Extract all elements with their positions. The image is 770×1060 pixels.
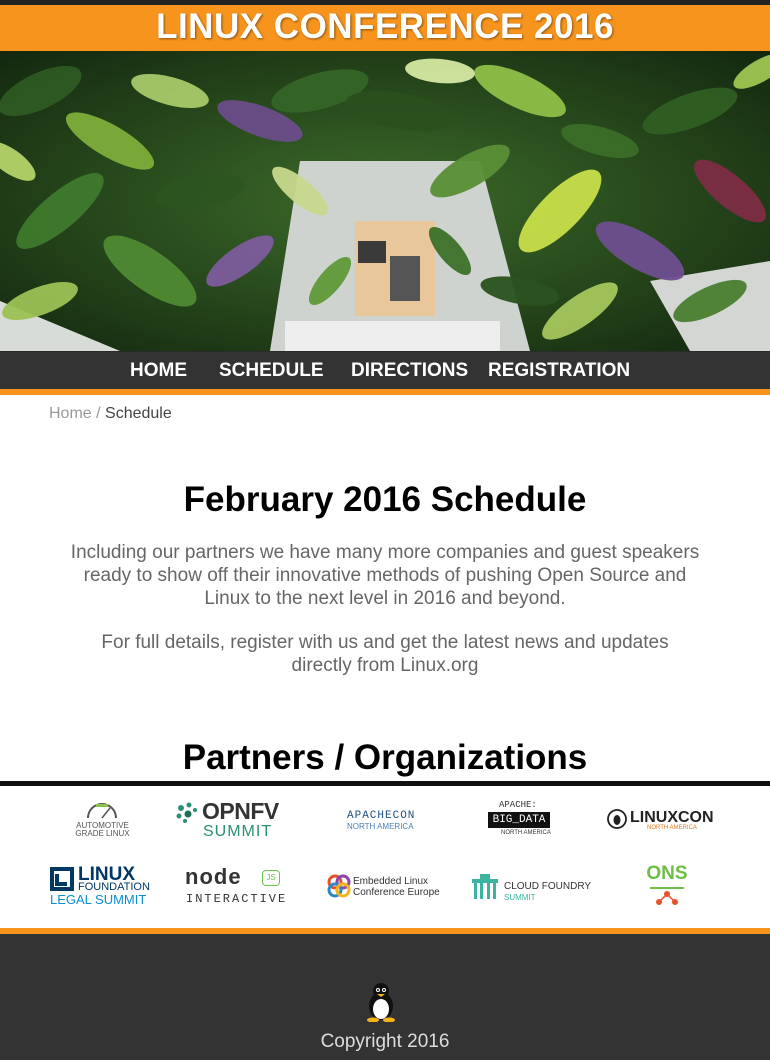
nav-directions[interactable]: DIRECTIONS <box>351 352 468 390</box>
logo-lf-legal-summit[interactable]: LINUX FOUNDATION LEGAL SUMMIT <box>49 865 157 907</box>
opnfv-line1: OPNFV <box>202 798 279 824</box>
logo-ons[interactable]: ONS <box>642 864 692 908</box>
speedometer-icon <box>87 803 117 819</box>
logo-apache-big-data[interactable]: APACHE: BIG_DATA NORTH AMERICA <box>485 800 557 838</box>
nav-registration[interactable]: REGISTRATION <box>488 352 630 390</box>
ons-line1: ONS <box>646 863 688 884</box>
breadcrumb-current: Schedule <box>105 405 172 422</box>
apachecon-line2: NORTH AMERICA <box>347 822 414 831</box>
agl-line2: GRADE LINUX <box>75 829 130 838</box>
bigdata-line2: BIG_DATA <box>488 812 550 828</box>
main-nav: HOME SCHEDULE DIRECTIONS REGISTRATION <box>0 351 770 389</box>
elce-line1: Embedded Linux <box>353 876 429 887</box>
logo-linuxcon[interactable]: LINUXCON NORTH AMERICA <box>607 808 727 834</box>
opnfv-burst-icon <box>176 802 197 823</box>
logo-apachecon[interactable]: APACHECON NORTH AMERICA <box>347 810 427 834</box>
bigdata-line3: NORTH AMERICA <box>501 830 551 836</box>
logo-opnfv-summit[interactable]: OPNFV SUMMIT <box>175 800 290 842</box>
opnfv-line2: SUMMIT <box>203 823 273 840</box>
nav-schedule[interactable]: SCHEDULE <box>219 352 324 390</box>
breadcrumb: Home / Schedule <box>49 405 172 423</box>
nav-home[interactable]: HOME <box>130 352 187 390</box>
elce-line2: Conference Europe <box>353 887 440 898</box>
logo-cloud-foundry-summit[interactable]: CLOUD FOUNDRY SUMMIT <box>470 871 591 903</box>
intro-paragraph: Including our partners we have many more… <box>70 542 700 609</box>
node-js-badge: JS <box>262 870 280 886</box>
copyright-text: Copyright 2016 <box>320 1031 450 1052</box>
linux-foundation-icon <box>50 867 74 891</box>
logo-node-interactive[interactable]: node JS INTERACTIVE <box>185 866 285 908</box>
node-line1: node <box>185 864 242 889</box>
tux-penguin-icon <box>367 983 395 1022</box>
nav-accent-rule <box>0 389 770 395</box>
site-title: LINUX CONFERENCE 2016 <box>156 7 614 46</box>
breadcrumb-separator: / <box>91 405 106 422</box>
brandenburg-gate-icon <box>472 874 498 899</box>
ons-network-icon <box>650 887 684 905</box>
linuxcon-penguin-icon <box>607 809 627 829</box>
hero-foliage-graphic <box>0 51 770 351</box>
partners-heading: Partners / Organizations <box>182 738 588 777</box>
cf-line1: CLOUD FOUNDRY <box>504 881 592 892</box>
bigdata-line1: APACHE: <box>499 800 537 810</box>
logo-automotive-grade-linux[interactable]: AUTOMOTIVE GRADE LINUX <box>70 798 135 840</box>
elce-knot-icon <box>327 874 351 898</box>
page-title: February 2016 Schedule <box>183 480 587 519</box>
partners-rule <box>0 781 770 786</box>
linuxcon-line2: NORTH AMERICA <box>647 825 697 831</box>
apachecon-line1: APACHECON <box>347 810 416 822</box>
breadcrumb-home-link[interactable]: Home <box>49 405 92 422</box>
hero-image <box>0 51 770 351</box>
lf-line3: LEGAL SUMMIT <box>50 892 147 907</box>
cf-line2: SUMMIT <box>504 893 536 902</box>
logo-elc-europe[interactable]: Embedded Linux Conference Europe <box>327 874 447 902</box>
details-paragraph: For full details, register with us and g… <box>101 632 669 676</box>
site-header: LINUX CONFERENCE 2016 <box>0 5 770 51</box>
node-line2: INTERACTIVE <box>186 892 288 906</box>
